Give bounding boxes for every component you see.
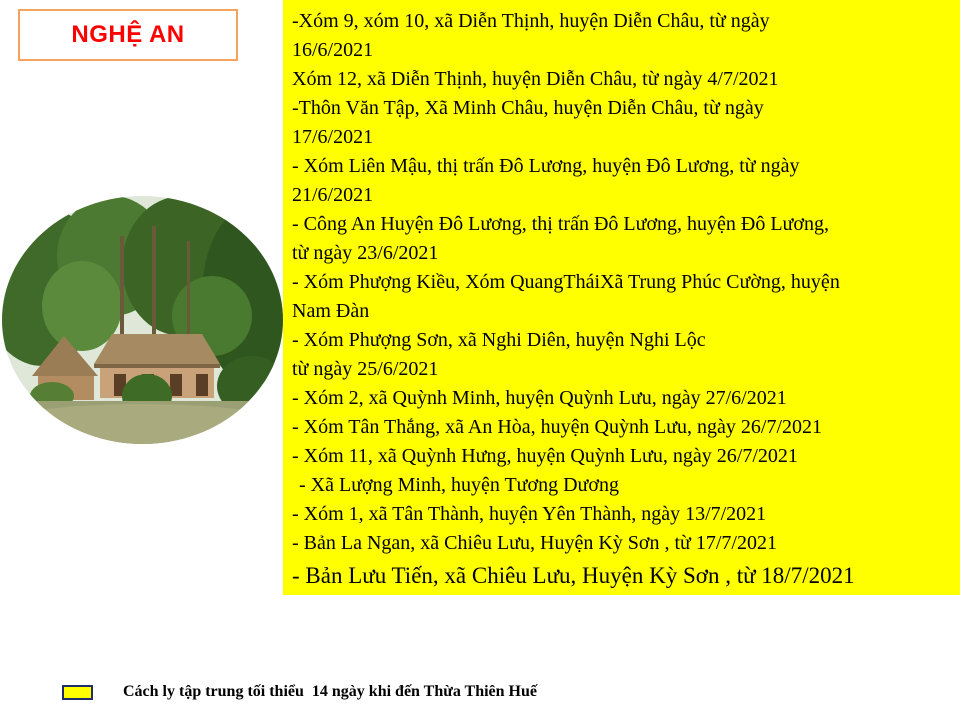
- location-line: - Xóm Phượng Sơn, xã Nghi Diên, huyện Ng…: [292, 329, 706, 351]
- location-line: 21/6/2021: [292, 184, 374, 206]
- legend: Cách ly tập trung tối thiểu 14 ngày khi …: [62, 683, 537, 701]
- location-line: - Xóm 2, xã Quỳnh Minh, huyện Quỳnh Lưu,…: [292, 387, 787, 409]
- location-line: - Bản Lưu Tiến, xã Chiêu Lưu, Huyện Kỳ S…: [292, 563, 855, 588]
- location-line: Xóm 12, xã Diễn Thịnh, huyện Diễn Châu, …: [292, 68, 779, 90]
- location-line: 16/6/2021: [292, 39, 374, 61]
- location-line: Nam Đàn: [292, 300, 370, 322]
- location-line: - Bản La Ngan, xã Chiêu Lưu, Huyện Kỳ Sơ…: [292, 532, 777, 554]
- locations-panel: -Xóm 9, xóm 10, xã Diễn Thịnh, huyện Diễ…: [283, 0, 960, 595]
- village-house-photo: [2, 196, 283, 444]
- location-line: -Xóm 9, xóm 10, xã Diễn Thịnh, huyện Diễ…: [292, 10, 770, 32]
- location-line: - Công An Huyện Đô Lương, thị trấn Đô Lư…: [292, 213, 829, 235]
- legend-swatch: [62, 684, 93, 700]
- location-line: - Xã Lượng Minh, huyện Tương Dương: [299, 474, 619, 496]
- location-line: từ ngày 25/6/2021: [292, 358, 439, 380]
- location-line: - Xóm Liên Mậu, thị trấn Đô Lương, huyện…: [292, 155, 800, 177]
- title-box: NGHỆ AN: [18, 9, 238, 61]
- page-title: NGHỆ AN: [71, 21, 185, 48]
- location-line: - Xóm 11, xã Quỳnh Hưng, huyện Quỳnh Lưu…: [292, 445, 798, 467]
- location-line: -Thôn Văn Tập, Xã Minh Châu, huyện Diễn …: [292, 97, 764, 119]
- location-line: - Xóm Phượng Kiều, Xóm QuangTháiXã Trung…: [292, 271, 840, 293]
- legend-text: Cách ly tập trung tối thiểu 14 ngày khi …: [123, 683, 537, 700]
- slide: NGHỆ AN -Xóm 9, xóm 10, xã Diễn Thịnh, h…: [0, 0, 960, 720]
- location-line: 17/6/2021: [292, 126, 374, 148]
- location-line: - Xóm Tân Thắng, xã An Hòa, huyện Quỳnh …: [292, 416, 823, 438]
- location-line: từ ngày 23/6/2021: [292, 242, 439, 264]
- location-line: - Xóm 1, xã Tân Thành, huyện Yên Thành, …: [292, 503, 767, 525]
